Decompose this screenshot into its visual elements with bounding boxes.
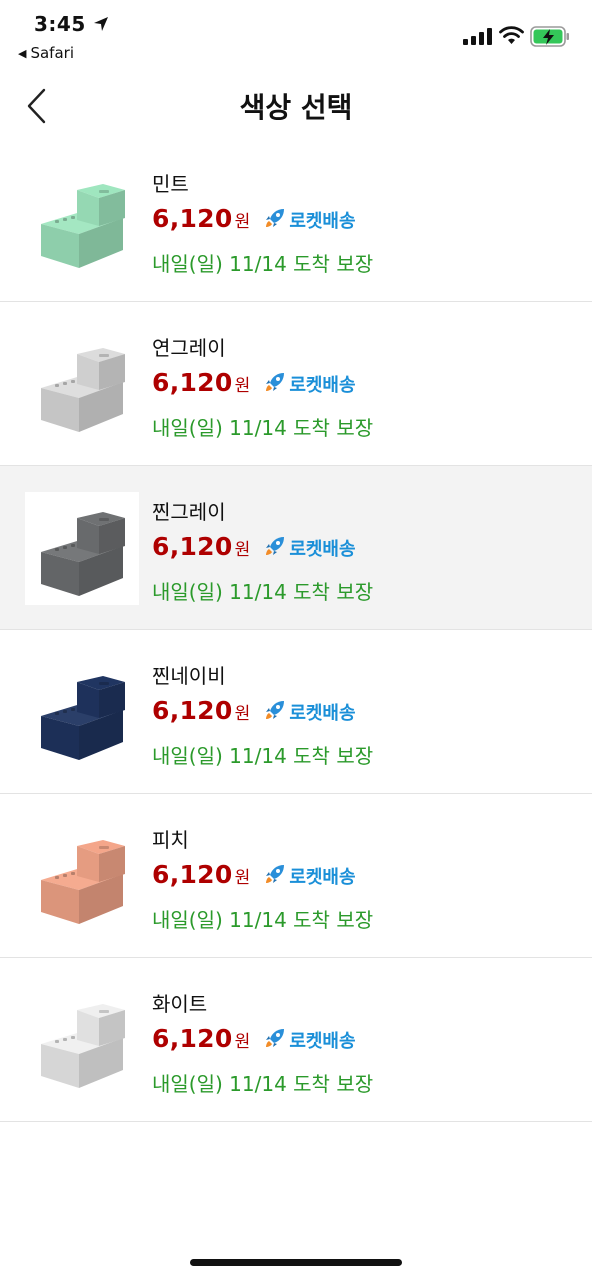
price-value: 6,120 xyxy=(152,860,233,889)
product-thumbnail xyxy=(25,492,139,605)
color-name: 찐네이비 xyxy=(152,664,226,688)
rocket-delivery-badge: 로켓배송 xyxy=(289,539,356,560)
color-name: 연그레이 xyxy=(152,336,226,360)
cellular-signal-icon xyxy=(463,28,492,45)
back-app-label: Safari xyxy=(30,44,74,62)
status-bar: 3:45 ◀ Safari xyxy=(0,0,592,70)
back-triangle-icon: ◀ xyxy=(18,47,27,60)
color-name: 피치 xyxy=(152,828,189,852)
color-option-row[interactable]: 민트 6,120 원 로켓배송 내일(일) 11/14 도착 보장 xyxy=(0,138,592,302)
rocket-icon xyxy=(266,373,285,391)
step-stool-image xyxy=(41,840,125,924)
step-stool-image xyxy=(41,184,125,268)
delivery-guarantee: 내일(일) 11/14 도착 보장 xyxy=(152,908,374,932)
nav-header: 색상 선택 xyxy=(0,74,592,134)
product-thumbnail xyxy=(25,984,139,1097)
rocket-icon xyxy=(266,537,285,555)
currency-unit: 원 xyxy=(234,376,251,396)
price-row: 6,120 원 로켓배송 xyxy=(152,368,356,402)
step-stool-image xyxy=(41,1004,125,1088)
product-thumbnail xyxy=(25,656,139,769)
page-title: 색상 선택 xyxy=(239,91,353,124)
delivery-guarantee: 내일(일) 11/14 도착 보장 xyxy=(152,744,374,768)
color-name: 민트 xyxy=(152,172,189,196)
delivery-guarantee: 내일(일) 11/14 도착 보장 xyxy=(152,580,374,604)
rocket-delivery-badge: 로켓배송 xyxy=(289,867,356,888)
price-row: 6,120 원 로켓배송 xyxy=(152,860,356,894)
currency-unit: 원 xyxy=(234,1032,251,1052)
step-stool-image xyxy=(41,676,125,760)
color-option-list: 민트 6,120 원 로켓배송 내일(일) 11/14 도착 보장 연그레이 6… xyxy=(0,138,592,1122)
delivery-guarantee: 내일(일) 11/14 도착 보장 xyxy=(152,252,374,276)
location-arrow-icon xyxy=(94,17,108,31)
step-stool-image xyxy=(41,512,125,596)
currency-unit: 원 xyxy=(234,540,251,560)
rocket-delivery-badge: 로켓배송 xyxy=(289,1031,356,1052)
price-row: 6,120 원 로켓배송 xyxy=(152,532,356,566)
price-value: 6,120 xyxy=(152,532,233,561)
status-time: 3:45 xyxy=(34,12,86,36)
color-option-row[interactable]: 찐그레이 6,120 원 로켓배송 내일(일) 11/14 도착 보장 xyxy=(0,466,592,630)
color-option-row[interactable]: 찐네이비 6,120 원 로켓배송 내일(일) 11/14 도착 보장 xyxy=(0,630,592,794)
price-value: 6,120 xyxy=(152,1024,233,1053)
rocket-icon xyxy=(266,701,285,719)
color-name: 화이트 xyxy=(152,992,208,1016)
price-value: 6,120 xyxy=(152,204,233,233)
delivery-guarantee: 내일(일) 11/14 도착 보장 xyxy=(152,416,374,440)
delivery-guarantee: 내일(일) 11/14 도착 보장 xyxy=(152,1072,374,1096)
step-stool-image xyxy=(41,348,125,432)
rocket-delivery-badge: 로켓배송 xyxy=(289,703,356,724)
price-value: 6,120 xyxy=(152,696,233,725)
wifi-icon xyxy=(499,26,524,44)
rocket-icon xyxy=(266,865,285,883)
color-option-row[interactable]: 연그레이 6,120 원 로켓배송 내일(일) 11/14 도착 보장 xyxy=(0,302,592,466)
currency-unit: 원 xyxy=(234,704,251,724)
product-thumbnail xyxy=(25,820,139,933)
home-indicator xyxy=(190,1259,402,1266)
rocket-icon xyxy=(266,1029,285,1047)
color-option-row[interactable]: 피치 6,120 원 로켓배송 내일(일) 11/14 도착 보장 xyxy=(0,794,592,958)
color-option-row[interactable]: 화이트 6,120 원 로켓배송 내일(일) 11/14 도착 보장 xyxy=(0,958,592,1122)
currency-unit: 원 xyxy=(234,212,251,232)
back-to-safari-link[interactable]: ◀ Safari xyxy=(18,44,74,62)
color-name: 찐그레이 xyxy=(152,500,226,524)
product-thumbnail xyxy=(25,164,139,277)
price-row: 6,120 원 로켓배송 xyxy=(152,696,356,730)
rocket-delivery-badge: 로켓배송 xyxy=(289,211,356,232)
battery-charging-icon xyxy=(530,26,569,47)
price-row: 6,120 원 로켓배송 xyxy=(152,204,356,238)
product-thumbnail xyxy=(25,328,139,441)
rocket-icon xyxy=(266,209,285,227)
rocket-delivery-badge: 로켓배송 xyxy=(289,375,356,396)
price-row: 6,120 원 로켓배송 xyxy=(152,1024,356,1058)
currency-unit: 원 xyxy=(234,868,251,888)
price-value: 6,120 xyxy=(152,368,233,397)
